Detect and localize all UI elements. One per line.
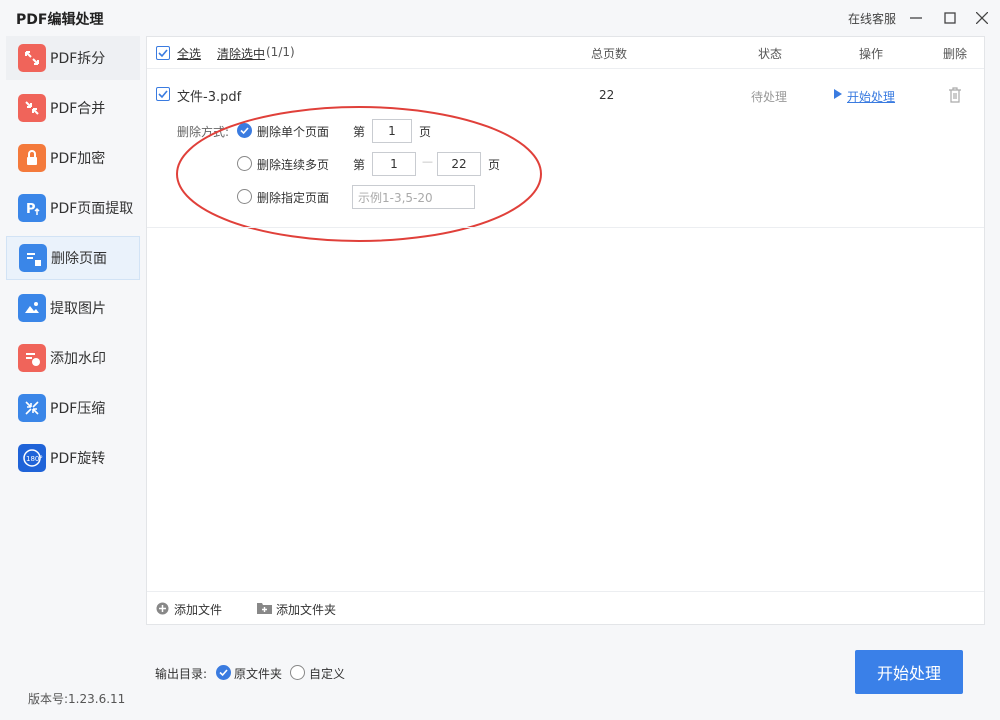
sidebar-item-label: PDF拆分 <box>50 51 106 67</box>
delete-page-icon <box>19 244 47 272</box>
sidebar-item-label: 删除页面 <box>51 251 107 267</box>
sidebar-item-label: 提取图片 <box>50 301 106 317</box>
table-row: 文件-3.pdf 22 待处理 开始处理 删除方式: 删除单个页面 第 1 页 … <box>147 70 984 242</box>
sidebar-item-pdf-rotate[interactable]: 180° PDF旋转 <box>6 436 140 480</box>
version-label: 版本号:1.23.6.11 <box>28 692 126 706</box>
delete-column-header: 删除 <box>943 47 968 61</box>
sidebar-item-delete-page[interactable]: 删除页面 <box>6 236 140 280</box>
select-all-link[interactable]: 全选 <box>177 45 201 62</box>
file-page-count: 22 <box>599 88 615 102</box>
pages-column-header: 总页数 <box>591 47 628 61</box>
sidebar-item-pdf-encrypt[interactable]: PDF加密 <box>6 136 140 180</box>
trash-icon[interactable] <box>948 87 962 107</box>
sidebar-item-label: PDF合并 <box>50 101 106 117</box>
row-divider <box>147 227 984 228</box>
maximize-icon[interactable] <box>940 8 960 28</box>
file-status: 待处理 <box>751 90 788 104</box>
split-icon <box>18 44 46 72</box>
rotate-icon: 180° <box>18 444 46 472</box>
watermark-icon <box>18 344 46 372</box>
sidebar-item-label: 添加水印 <box>50 351 106 367</box>
action-column-header: 操作 <box>859 47 884 61</box>
sidebar: PDF拆分 PDF合并 PDF加密 P PDF页面提取 删除页面 提取图片 添加… <box>6 36 140 486</box>
add-folder-icon[interactable] <box>257 602 272 618</box>
radio-custom-folder[interactable] <box>290 665 305 680</box>
svg-text:P: P <box>26 202 36 217</box>
select-all-checkbox[interactable] <box>156 46 170 60</box>
sidebar-item-label: PDF压缩 <box>50 401 106 417</box>
start-process-button[interactable]: 开始处理 <box>855 650 963 694</box>
add-file-button[interactable]: 添加文件 <box>174 601 222 618</box>
sidebar-item-pdf-merge[interactable]: PDF合并 <box>6 86 140 130</box>
original-folder-label: 原文件夹 <box>234 667 283 681</box>
sidebar-item-watermark[interactable]: 添加水印 <box>6 336 140 380</box>
radio-original-folder[interactable] <box>216 665 231 680</box>
image-extract-icon <box>18 294 46 322</box>
sidebar-item-page-extract[interactable]: P PDF页面提取 <box>6 186 140 230</box>
file-list-panel: 全选 清除选中 (1/1) 总页数 状态 操作 删除 文件-3.pdf 22 待… <box>146 36 985 625</box>
selection-count: (1/1) <box>266 45 295 59</box>
custom-folder-label: 自定义 <box>309 667 346 681</box>
lock-icon <box>18 144 46 172</box>
title-bar: PDF编辑处理 在线客服 <box>0 0 1000 36</box>
page-extract-icon: P <box>18 194 46 222</box>
file-actions-bar: 添加文件 添加文件夹 <box>147 591 984 625</box>
svg-text:180°: 180° <box>26 455 43 463</box>
app-title: PDF编辑处理 <box>16 12 104 28</box>
sidebar-item-pdf-split[interactable]: PDF拆分 <box>6 36 140 80</box>
online-service-link[interactable]: 在线客服 <box>848 10 896 27</box>
close-icon[interactable] <box>972 8 992 28</box>
merge-icon <box>18 94 46 122</box>
sidebar-item-label: PDF页面提取 <box>50 201 134 217</box>
add-circle-icon[interactable] <box>156 602 169 619</box>
file-checkbox[interactable] <box>156 87 170 101</box>
table-header: 全选 清除选中 (1/1) 总页数 状态 操作 删除 <box>147 37 984 69</box>
annotation-ellipse <box>176 106 542 242</box>
play-icon[interactable] <box>833 88 843 100</box>
sidebar-item-pdf-compress[interactable]: PDF压缩 <box>6 386 140 430</box>
status-column-header: 状态 <box>758 47 783 61</box>
start-process-link[interactable]: 开始处理 <box>847 88 895 105</box>
sidebar-item-image-extract[interactable]: 提取图片 <box>6 286 140 330</box>
minimize-icon[interactable] <box>906 8 926 28</box>
compress-icon <box>18 394 46 422</box>
sidebar-item-label: PDF旋转 <box>50 451 106 467</box>
sidebar-item-label: PDF加密 <box>50 151 106 167</box>
add-folder-button[interactable]: 添加文件夹 <box>276 601 336 618</box>
clear-selection-link[interactable]: 清除选中 <box>217 45 265 62</box>
output-dir-label: 输出目录: <box>155 667 208 681</box>
